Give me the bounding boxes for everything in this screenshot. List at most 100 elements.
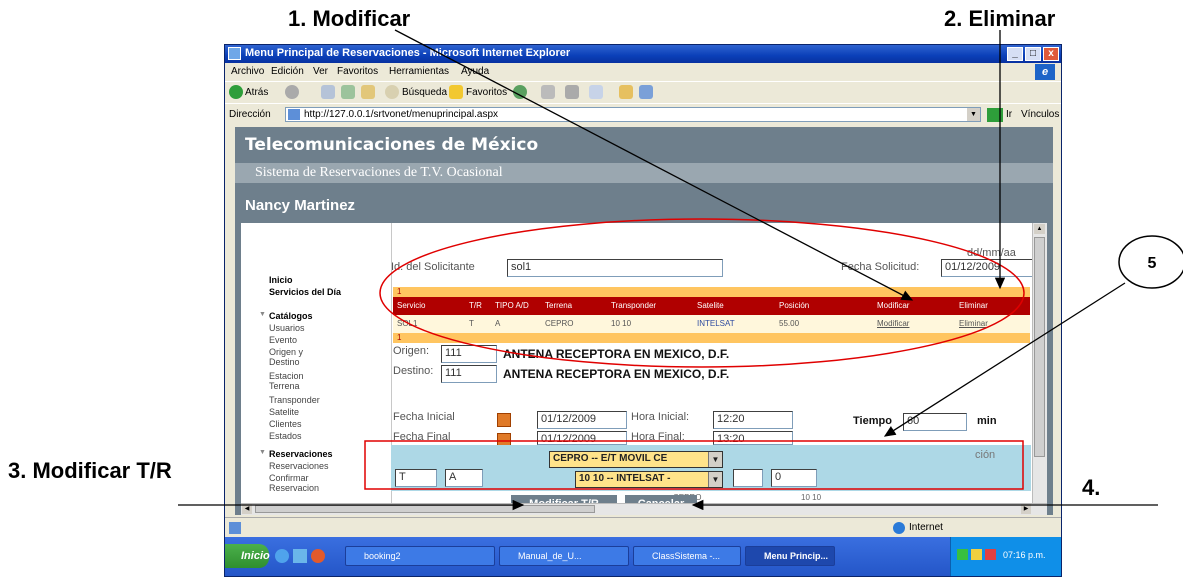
history-icon[interactable] — [513, 85, 527, 99]
favorites-button[interactable]: Favoritos — [466, 87, 507, 98]
destino-input[interactable]: 111 — [441, 365, 497, 383]
horizontal-scrollbar[interactable]: ◀ ▶ — [241, 503, 1047, 515]
sidebar-item-estados[interactable]: Estados — [269, 431, 302, 441]
home-icon[interactable] — [361, 85, 375, 99]
menu-ver[interactable]: Ver — [313, 66, 328, 77]
folder-icon[interactable] — [619, 85, 633, 99]
task-booking2[interactable]: booking2 — [345, 546, 495, 566]
minimize-button[interactable]: _ — [1007, 47, 1023, 61]
sidebar-item-satelite[interactable]: Satelite — [269, 407, 299, 417]
pager-number[interactable]: 1 — [397, 287, 401, 296]
tiempo-input[interactable]: 60 — [903, 413, 967, 431]
sidebar-item-usuarios[interactable]: Usuarios — [269, 323, 305, 333]
links-label[interactable]: Vínculos — [1021, 109, 1059, 120]
collapse-arrow-icon[interactable]: ▼ — [259, 311, 266, 318]
ie-page-icon — [228, 47, 241, 60]
mail-icon[interactable] — [541, 85, 555, 99]
hora-inicial-input[interactable]: 12:20 — [713, 411, 793, 429]
fecha-inicial-input[interactable]: 01/12/2009 — [537, 411, 627, 429]
user-name: Nancy Martinez — [245, 197, 356, 214]
media-quicklaunch-icon[interactable] — [311, 549, 325, 563]
close-button[interactable]: x — [1043, 47, 1059, 61]
go-button[interactable]: Ir — [1006, 109, 1012, 120]
go-arrow-icon[interactable] — [987, 108, 1003, 122]
sidebar-item-inicio[interactable]: Inicio — [269, 275, 293, 285]
tray-icon[interactable] — [971, 549, 982, 560]
sidebar-item-origen-destino[interactable]: Origen y Destino — [269, 347, 319, 367]
edit-icon[interactable] — [589, 85, 603, 99]
system-bar: Sistema de Reservaciones de T.V. Ocasion… — [235, 163, 1053, 183]
extra-value-input[interactable]: 0 — [771, 469, 817, 487]
terrena-select[interactable]: CEPRO -- E/T MOVIL CE ▼ — [549, 451, 723, 468]
stop-icon[interactable] — [321, 85, 335, 99]
sidebar-item-clientes[interactable]: Clientes — [269, 419, 302, 429]
menu-favoritos[interactable]: Favoritos — [337, 66, 378, 77]
header-satelite: Satelite — [697, 301, 724, 310]
sidebar-item-catalogos[interactable]: Catálogos — [269, 311, 313, 321]
modificar-link[interactable]: Modificar — [877, 319, 909, 328]
transponder-select[interactable]: 10 10 -- INTELSAT - ▼ — [575, 471, 723, 488]
eliminar-link[interactable]: Eliminar — [959, 319, 988, 328]
page-icon — [288, 109, 300, 120]
solicitante-input[interactable]: sol1 — [507, 259, 723, 277]
fecha-final-input[interactable]: 01/12/2009 — [537, 431, 627, 445]
messenger-icon[interactable] — [639, 85, 653, 99]
menu-herramientas[interactable]: Herramientas — [389, 66, 449, 77]
sidebar-item-confirmar[interactable]: Confirmar Reservacion — [269, 473, 325, 493]
taskbar: Inicio booking2 Manual_de_U... ClassSist… — [225, 537, 1061, 576]
menu-ayuda[interactable]: Ayuda — [461, 66, 489, 77]
task-menu-principal[interactable]: Menu Princip... — [745, 546, 835, 566]
sidebar-item-reservaciones-group[interactable]: Reservaciones — [269, 449, 333, 459]
header-transponder: Transponder — [611, 301, 657, 310]
forward-arrow-icon[interactable] — [285, 85, 299, 99]
pager-number[interactable]: 1 — [397, 333, 401, 342]
favorites-star-icon[interactable] — [449, 85, 463, 99]
sidebar-item-estacion-terrena[interactable]: Estacion Terrena — [269, 371, 319, 391]
back-button[interactable]: Atrás — [245, 87, 268, 98]
collapse-arrow-icon[interactable]: ▼ — [259, 449, 266, 456]
extra-blank-input[interactable] — [733, 469, 763, 487]
zone-label: Internet — [909, 522, 943, 533]
address-input[interactable]: http://127.0.0.1/srtvonet/menuprincipal.… — [285, 107, 981, 122]
task-manual[interactable]: Manual_de_U... — [499, 546, 629, 566]
address-dropdown-icon[interactable]: ▼ — [967, 108, 980, 121]
menu-archivo[interactable]: Archivo — [231, 66, 264, 77]
header-tipo: TIPO A/D — [495, 301, 529, 310]
fecha-solicitud-input[interactable]: 01/12/2009 — [941, 259, 1033, 277]
print-icon[interactable] — [565, 85, 579, 99]
task-classsistema[interactable]: ClassSistema -... — [633, 546, 741, 566]
address-bar: Dirección http://127.0.0.1/srtvonet/menu… — [225, 103, 1061, 126]
vertical-scrollbar[interactable]: ▲ — [1032, 223, 1047, 505]
destino-label: Destino: — [393, 365, 434, 377]
menu-edicion[interactable]: Edición — [271, 66, 304, 77]
tipo-input[interactable]: A — [445, 469, 483, 487]
origen-input[interactable]: 111 — [441, 345, 497, 363]
start-button[interactable]: Inicio — [225, 544, 270, 568]
desktop-quicklaunch-icon[interactable] — [293, 549, 307, 563]
horizontal-scroll-thumb[interactable] — [255, 505, 595, 513]
tray-icon[interactable] — [985, 549, 996, 560]
grid-pager-top: 1 — [393, 287, 1030, 297]
scroll-up-icon[interactable]: ▲ — [1034, 224, 1045, 234]
scroll-right-icon[interactable]: ▶ — [1021, 504, 1031, 514]
ie-quicklaunch-icon[interactable] — [275, 549, 289, 563]
search-icon[interactable] — [385, 85, 399, 99]
scroll-left-icon[interactable]: ◀ — [242, 504, 252, 514]
browser-window: Menu Principal de Reservaciones - Micros… — [224, 44, 1062, 577]
tr-input[interactable]: T — [395, 469, 437, 487]
vertical-scroll-thumb[interactable] — [1034, 237, 1045, 457]
tray-icon[interactable] — [957, 549, 968, 560]
hora-final-input[interactable]: 13:20 — [713, 431, 793, 445]
sidebar-item-servicios[interactable]: Servicios del Día — [269, 287, 347, 297]
address-url: http://127.0.0.1/srtvonet/menuprincipal.… — [304, 109, 499, 120]
calendar-icon[interactable] — [497, 413, 511, 427]
transponder-select-value: 10 10 -- INTELSAT - — [579, 473, 671, 484]
search-button[interactable]: Búsqueda — [402, 87, 447, 98]
sidebar-item-transponder[interactable]: Transponder — [269, 395, 320, 405]
refresh-icon[interactable] — [341, 85, 355, 99]
maximize-button[interactable]: □ — [1025, 47, 1041, 61]
table-row: SOL1 T A CEPRO 10 10 INTELSAT 55.00 Modi… — [393, 315, 1030, 333]
sidebar-item-reservaciones[interactable]: Reservaciones — [269, 461, 329, 471]
sidebar-item-evento[interactable]: Evento — [269, 335, 297, 345]
back-arrow-icon[interactable] — [229, 85, 243, 99]
